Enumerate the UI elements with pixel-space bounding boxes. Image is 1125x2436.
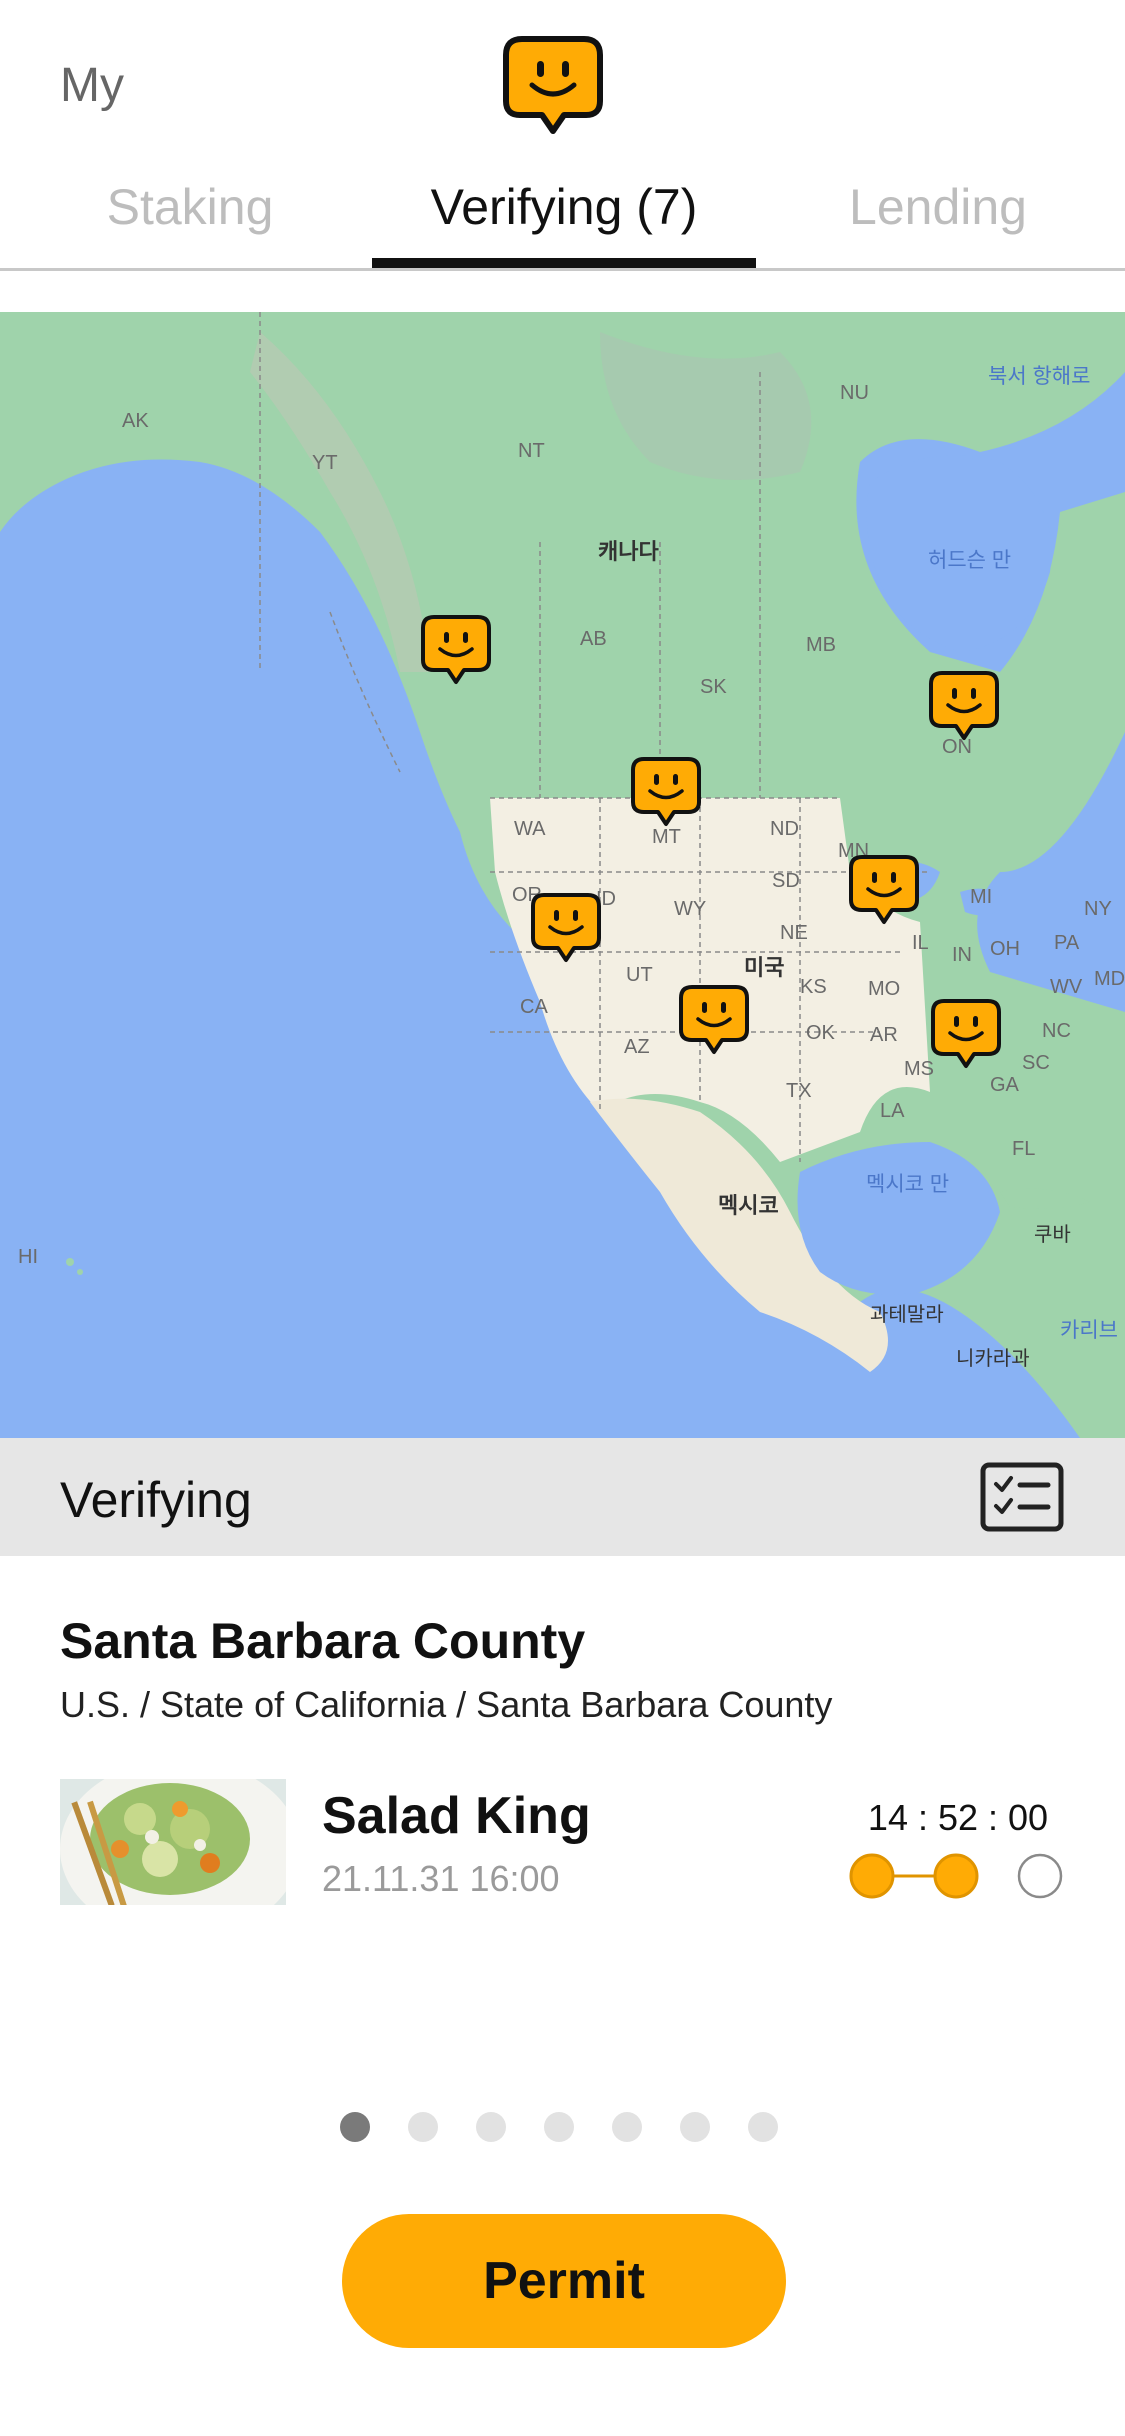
page-dot-1[interactable] <box>340 2112 370 2142</box>
smiley-pin-icon[interactable] <box>678 984 750 1056</box>
map-label-in: IN <box>952 944 972 966</box>
county-title: Santa Barbara County <box>60 1613 586 1669</box>
smiley-pin-icon[interactable] <box>928 670 1000 742</box>
map-label-fl: FL <box>1012 1138 1036 1160</box>
page-dot-7[interactable] <box>748 2112 778 2142</box>
verifying-section-header: Verifying <box>0 1438 1125 1556</box>
map-label-ak: AK <box>122 410 149 432</box>
tab-lending[interactable]: Lending <box>800 178 1076 236</box>
map-label-ca: CA <box>520 996 548 1018</box>
smiley-pin-icon[interactable] <box>630 756 702 828</box>
map-label-wy: WY <box>674 898 707 920</box>
map-label-pa: PA <box>1054 932 1080 954</box>
tab-staking[interactable]: Staking <box>60 178 320 236</box>
smiley-pin-icon[interactable] <box>848 854 920 926</box>
map-label-nicaragua: 니카라과 <box>956 1348 1030 1370</box>
step-2-complete <box>933 1853 979 1899</box>
map-label-nd: ND <box>770 818 799 840</box>
map-label-tx: TX <box>786 1080 812 1102</box>
map-label-il: IL <box>912 932 929 954</box>
smiley-logo-icon <box>503 36 603 134</box>
map-label-ga: GA <box>990 1074 1019 1096</box>
restaurant-name: Salad King <box>322 1787 591 1845</box>
map-label-canada: 캐나다 <box>598 539 659 564</box>
smiley-pin-icon[interactable] <box>530 892 602 964</box>
map-view[interactable]: 캐나다 미국 멕시코 허드슨 만 멕시코 만 북서 항해로 과테말라 니카라과 … <box>0 312 1125 1438</box>
map-label-hudson-bay: 허드슨 만 <box>928 549 1012 572</box>
map-label-ks: KS <box>800 976 827 998</box>
map-label-caribbean: 카리브 <box>1060 1319 1118 1342</box>
tab-bar: Staking Verifying (7) Lending <box>0 160 1125 271</box>
salad-photo <box>60 1779 286 1905</box>
map-label-cuba: 쿠바 <box>1034 1224 1071 1246</box>
pagination-dots <box>340 2112 816 2142</box>
verification-progress <box>849 1853 1063 1899</box>
map-label-wv: WV <box>1050 976 1083 998</box>
map-label-ne: NE <box>780 922 808 944</box>
countdown-timer: 14 : 52 : 00 <box>867 1797 1049 1838</box>
map-label-guatemala: 과테말라 <box>870 1304 944 1326</box>
map-label-ok: OK <box>806 1022 835 1044</box>
map-label-ab: AB <box>580 628 607 650</box>
map-label-hi: HI <box>18 1246 38 1268</box>
map-label-ny: NY <box>1084 898 1112 920</box>
map-label-oh: OH <box>990 938 1020 960</box>
map-label-ut: UT <box>626 964 653 986</box>
location-breadcrumb: U.S. / State of California / Santa Barba… <box>60 1684 833 1725</box>
active-tab-indicator <box>372 258 756 268</box>
page-dot-2[interactable] <box>408 2112 438 2142</box>
map-label-yt: YT <box>312 452 338 474</box>
map-label-mexico: 멕시코 <box>718 1193 779 1218</box>
map-label-usa: 미국 <box>744 955 785 980</box>
checklist-icon[interactable] <box>980 1462 1064 1532</box>
step-1-complete <box>849 1853 895 1899</box>
map-label-sk: SK <box>700 676 727 698</box>
page-dot-6[interactable] <box>680 2112 710 2142</box>
map-label-sc: SC <box>1022 1052 1050 1074</box>
map-label-ar: AR <box>870 1024 898 1046</box>
map-canvas <box>0 312 1125 1438</box>
map-label-md: MD <box>1094 968 1125 990</box>
map-label-mb: MB <box>806 634 836 656</box>
map-label-mi: MI <box>970 886 993 908</box>
map-label-gulf-of-mexico: 멕시코 만 <box>866 1173 950 1196</box>
permit-button[interactable]: Permit <box>342 2214 786 2348</box>
map-label-sd: SD <box>772 870 800 892</box>
my-link[interactable]: My <box>60 58 124 113</box>
section-title: Verifying <box>60 1472 252 1528</box>
map-label-northwest-passage: 북서 항해로 <box>988 365 1091 388</box>
map-label-la: LA <box>880 1100 905 1122</box>
smiley-pin-icon[interactable] <box>420 614 492 686</box>
page-dot-5[interactable] <box>612 2112 642 2142</box>
map-label-nu: NU <box>840 382 869 404</box>
map-label-nt: NT <box>518 440 545 462</box>
page-dot-3[interactable] <box>476 2112 506 2142</box>
tab-verifying[interactable]: Verifying (7) <box>372 178 756 236</box>
map-label-nc: NC <box>1042 1020 1071 1042</box>
step-3-pending <box>1017 1853 1063 1899</box>
smiley-pin-icon[interactable] <box>930 998 1002 1070</box>
map-label-wa: WA <box>514 818 546 840</box>
map-label-mo: MO <box>868 978 901 1000</box>
map-label-mt: MT <box>652 826 681 848</box>
map-label-az: AZ <box>624 1036 650 1058</box>
reservation-datetime: 21.11.31 16:00 <box>322 1858 560 1899</box>
page-dot-4[interactable] <box>544 2112 574 2142</box>
